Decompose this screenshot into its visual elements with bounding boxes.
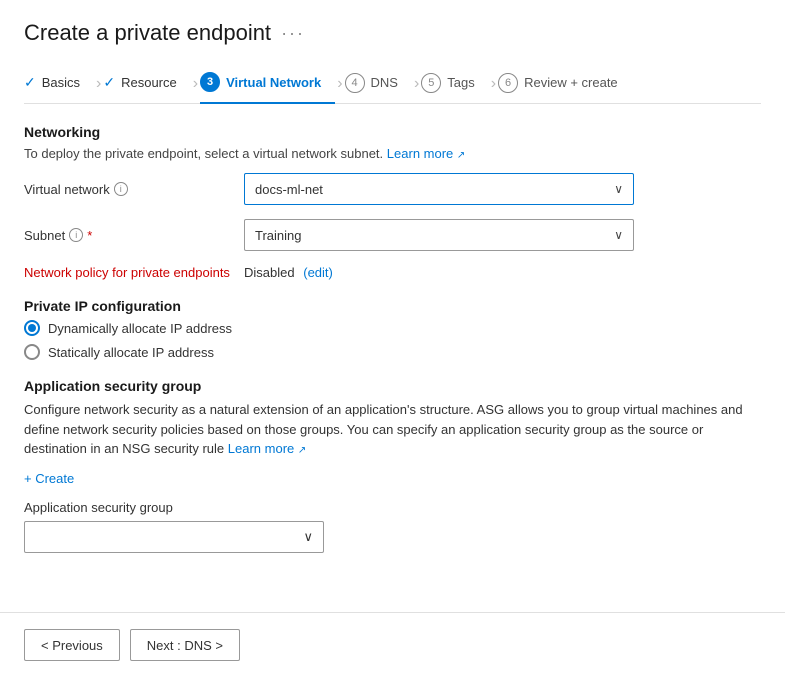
learn-more-link-asg[interactable]: Learn more ↗ — [228, 441, 307, 456]
step-dns-label: DNS — [371, 75, 398, 90]
previous-button[interactable]: < Previous — [24, 629, 120, 661]
page-title-dots: ··· — [281, 23, 305, 44]
subnet-info-icon[interactable]: i — [69, 228, 83, 242]
step-resource-label: Resource — [121, 75, 177, 90]
subnet-dropdown[interactable]: Training ∨ — [244, 219, 634, 251]
networking-section: Networking To deploy the private endpoin… — [24, 124, 761, 280]
virtual-network-label: Virtual network i — [24, 182, 244, 197]
dynamic-radio-dot — [28, 324, 36, 332]
step-review-label: Review + create — [524, 75, 618, 90]
static-ip-option[interactable]: Statically allocate IP address — [24, 344, 761, 360]
networking-title: Networking — [24, 124, 761, 140]
network-policy-value: Disabled — [244, 265, 295, 280]
chevron-down-icon-2: ∨ — [614, 228, 623, 242]
network-policy-label: Network policy for private endpoints — [24, 265, 244, 280]
asg-dropdown-label: Application security group — [24, 500, 761, 515]
page-title-container: Create a private endpoint ··· — [24, 20, 761, 46]
chevron-down-icon-3: ∨ — [303, 529, 313, 545]
step-virtual-network-label: Virtual Network — [226, 75, 321, 90]
learn-more-link-networking[interactable]: Learn more ↗ — [387, 146, 466, 161]
virtual-network-value: docs-ml-net — [255, 182, 323, 197]
ip-config-section: Private IP configuration Dynamically all… — [24, 298, 761, 360]
virtual-network-info-icon[interactable]: i — [114, 182, 128, 196]
step-dns[interactable]: 4 DNS — [345, 65, 412, 103]
step-circle-4: 4 — [345, 73, 365, 93]
virtual-network-dropdown[interactable]: docs-ml-net ∨ — [244, 173, 634, 205]
step-basics[interactable]: ✓ Basics — [24, 66, 94, 101]
step-circle-3: 3 — [200, 72, 220, 92]
virtual-network-row: Virtual network i docs-ml-net ∨ — [24, 173, 761, 205]
subnet-value: Training — [255, 228, 301, 243]
step-virtual-network[interactable]: 3 Virtual Network — [200, 64, 335, 104]
create-asg-label: + Create — [24, 471, 74, 486]
chevron-down-icon: ∨ — [614, 182, 623, 196]
step-review[interactable]: 6 Review + create — [498, 65, 632, 103]
step-circle-5: 5 — [421, 73, 441, 93]
network-policy-value-container: Disabled (edit) — [244, 265, 333, 280]
step-tags-label: Tags — [447, 75, 474, 90]
network-policy-row: Network policy for private endpoints Dis… — [24, 265, 761, 280]
asg-dropdown[interactable]: ∨ — [24, 521, 324, 553]
step-tags[interactable]: 5 Tags — [421, 65, 488, 103]
dynamic-ip-label: Dynamically allocate IP address — [48, 321, 232, 336]
check-icon: ✓ — [24, 74, 36, 91]
subnet-row: Subnet i Training ∨ — [24, 219, 761, 251]
separator-4: › — [412, 75, 421, 93]
check-icon-2: ✓ — [103, 74, 115, 91]
asg-section: Application security group Configure net… — [24, 378, 761, 553]
dynamic-ip-option[interactable]: Dynamically allocate IP address — [24, 320, 761, 336]
ip-config-title: Private IP configuration — [24, 298, 761, 314]
footer: < Previous Next : DNS > — [0, 612, 785, 677]
network-policy-edit-link[interactable]: (edit) — [303, 265, 333, 280]
step-resource[interactable]: ✓ Resource — [103, 66, 190, 101]
create-asg-link[interactable]: + Create — [24, 471, 74, 486]
external-link-icon-asg: ↗ — [298, 445, 306, 456]
separator-5: › — [489, 75, 498, 93]
separator-2: › — [191, 75, 200, 93]
static-ip-label: Statically allocate IP address — [48, 345, 214, 360]
dynamic-radio-button[interactable] — [24, 320, 40, 336]
ip-config-radio-group: Dynamically allocate IP address Statical… — [24, 320, 761, 360]
separator-1: › — [94, 75, 103, 93]
static-radio-button[interactable] — [24, 344, 40, 360]
external-link-icon: ↗ — [457, 150, 465, 161]
next-button[interactable]: Next : DNS > — [130, 629, 240, 661]
networking-description: To deploy the private endpoint, select a… — [24, 146, 761, 161]
page-title: Create a private endpoint — [24, 20, 271, 46]
subnet-label: Subnet i — [24, 228, 244, 243]
step-basics-label: Basics — [42, 75, 80, 90]
steps-bar: ✓ Basics › ✓ Resource › 3 Virtual Networ… — [24, 64, 761, 104]
asg-description: Configure network security as a natural … — [24, 400, 761, 459]
step-circle-6: 6 — [498, 73, 518, 93]
separator-3: › — [335, 75, 344, 93]
asg-title: Application security group — [24, 378, 761, 394]
